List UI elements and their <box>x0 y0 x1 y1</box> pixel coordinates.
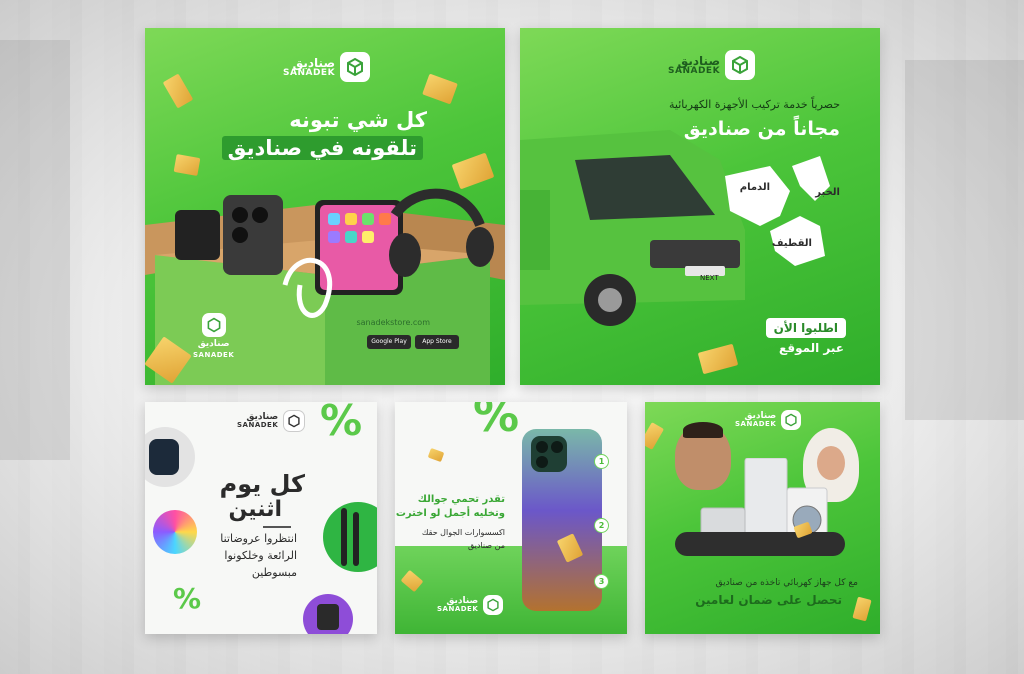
post-card-monday: صناديق SANADEK % % كل يوم اثنين انتظروا … <box>145 402 377 634</box>
sanadek-logo-icon <box>283 410 306 432</box>
monday-title-line1: كل يوم <box>219 470 305 498</box>
box-brand-name-en: SANADEK <box>193 351 235 359</box>
confetti-piece <box>451 152 495 190</box>
brand-name-en: SANADEK <box>668 65 721 76</box>
step-marker-2: 2 <box>594 518 609 533</box>
confetti-piece <box>427 447 445 463</box>
brand-logo: صناديق SANADEK <box>237 410 306 432</box>
background-building-left <box>0 40 70 460</box>
city-label-khobar: الخبر <box>815 187 840 198</box>
sanadek-logo-icon <box>725 50 756 80</box>
confetti-piece <box>697 343 739 375</box>
monday-body-line3: مبسوطين <box>251 566 297 579</box>
sanadek-logo-icon <box>340 52 371 82</box>
box-logo-icon <box>201 313 226 337</box>
app-store-badge[interactable]: App Store <box>415 335 459 349</box>
post-card-boxes: صناديق SANADEK كل شي تبونه تلقونه في صنا… <box>145 28 505 385</box>
monday-body-line2: الرائعة وخلكونوا <box>224 549 297 562</box>
brand-logo: صناديق SANADEK <box>668 50 756 80</box>
accessories-title-line1: تقدر تحمي جوالك <box>417 494 505 505</box>
post-card-accessories: % 1 2 3 تقدر تحمي جوالك وتخليه أجمل لو ا… <box>395 402 627 634</box>
monday-title-line2: اثنين <box>228 497 282 522</box>
earbuds-product <box>153 510 197 554</box>
sanadek-logo-icon <box>781 410 802 430</box>
phone-holder-product <box>303 594 353 634</box>
confetti-piece <box>645 422 665 450</box>
confetti-piece <box>400 569 424 593</box>
headline-line1: كل شي تبونه <box>289 108 427 132</box>
brand-name-en: SANADEK <box>437 605 479 613</box>
headline-line2-text: تلقونه في صناديق <box>227 136 417 160</box>
percent-decoration: % <box>320 402 363 445</box>
accessories-body-line2: من صناديق <box>467 541 505 550</box>
percent-decoration: % <box>173 582 202 615</box>
background-building-right <box>905 60 1024 420</box>
confetti-piece <box>162 73 194 109</box>
box-website-url: sanadekstore.com <box>356 318 430 327</box>
percent-decoration: % <box>473 402 520 442</box>
box-side-logo: صناديق SANADEK <box>193 313 234 359</box>
post-card-warranty: صناديق SANADEK مع كل جهاز كهربائي تاخذه … <box>645 402 880 634</box>
brand-logo: صناديق SANADEK <box>735 410 802 430</box>
accessories-title-line2: وتخليه أجمل لو اخترت <box>395 508 505 519</box>
step-marker-1: 1 <box>594 454 609 469</box>
city-label-dammam: الدمام <box>739 182 770 193</box>
confetti-piece <box>422 73 458 105</box>
phone-case-product <box>522 429 602 611</box>
post-card-installation: صناديق SANADEK حصرياً خدمة تركيب الأجهزة… <box>520 28 880 385</box>
confetti-piece <box>173 154 201 176</box>
brand-name-en: SANADEK <box>283 67 336 78</box>
sanadek-logo-icon <box>483 595 504 615</box>
brand-logo: صناديق SANADEK <box>283 52 371 82</box>
title-divider <box>263 526 291 528</box>
eastern-province-map <box>725 156 830 266</box>
brand-logo: صناديق SANADEK <box>437 595 504 615</box>
monday-body-line1: انتظروا عروضاتنا <box>220 532 297 545</box>
offer-subtitle: حصرياً خدمة تركيب الأجهزة الكهربائية <box>668 98 840 111</box>
cable-product <box>323 502 377 572</box>
warranty-line1: مع كل جهاز كهربائي تاخذه من صناديق <box>715 578 858 588</box>
brand-name-en: SANADEK <box>237 421 279 429</box>
step-marker-3: 3 <box>594 574 609 589</box>
appliances-illustration <box>675 458 845 556</box>
headline-line2: تلقونه في صناديق <box>221 136 423 160</box>
brand-name-en: SANADEK <box>735 420 777 428</box>
google-play-badge[interactable]: Google Play <box>367 335 411 349</box>
order-now-button[interactable]: اطلبوا الأن <box>765 318 846 338</box>
order-via-site-text: عبر الموقع <box>779 341 844 355</box>
warranty-line2: تحصل على ضمان لعامين <box>695 593 842 607</box>
accessories-body-line1: اكسسوارات الجوال حقك <box>421 528 505 537</box>
brand-name-ar: صناديق <box>292 55 336 70</box>
brand-name-ar: صناديق <box>677 53 721 68</box>
van-model-label: NEXT <box>700 274 719 282</box>
box-brand-name-ar: صناديق <box>197 339 230 349</box>
city-label-qatif: القطيف <box>771 238 812 249</box>
smartwatch-product <box>145 427 195 487</box>
confetti-piece <box>852 596 872 622</box>
